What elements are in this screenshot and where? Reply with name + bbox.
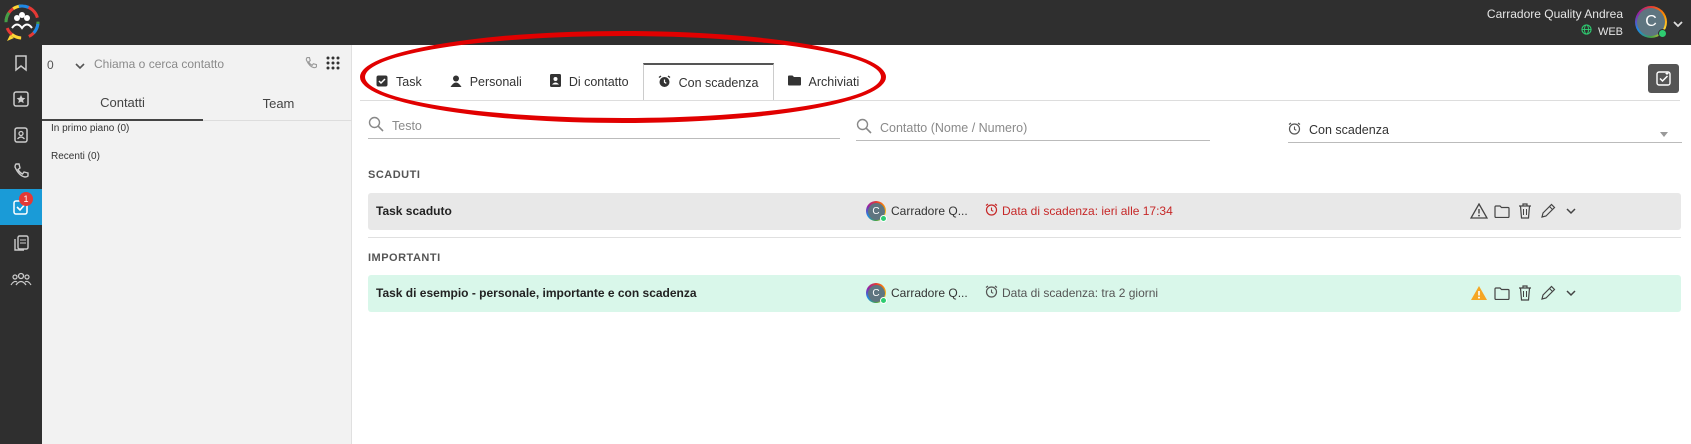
tabs-divider [360, 100, 1680, 101]
text-filter[interactable]: Testo [368, 113, 840, 139]
tasks-main: Task Personali Di contatto Con scadenza … [360, 31, 1691, 444]
contact-count: 0 [47, 58, 54, 72]
tab-personali-label: Personali [469, 75, 522, 89]
contact-card-icon [549, 74, 561, 90]
section-scaduti: SCADUTI [368, 169, 421, 181]
edit-icon[interactable] [1539, 202, 1557, 220]
contact-search-bar: 0 Chiama o cerca contatto [42, 45, 352, 85]
text-filter-placeholder: Testo [392, 118, 422, 133]
task-type-value: Con scadenza [1309, 122, 1389, 137]
tab-con-scadenza-label: Con scadenza [678, 75, 759, 90]
dialpad-icon[interactable] [326, 56, 340, 73]
tab-di-contatto[interactable]: Di contatto [536, 63, 643, 101]
tab-team[interactable]: Team [198, 85, 359, 121]
team-icon[interactable] [0, 261, 42, 297]
task-owner: Carradore Q... [891, 286, 968, 300]
tab-archiviati[interactable]: Archiviati [774, 63, 874, 101]
alarm-clock-icon [985, 285, 998, 301]
alarm-clock-icon [658, 74, 671, 91]
online-status-dot [1658, 29, 1667, 38]
search-icon [856, 118, 872, 137]
caret-down-icon [1660, 126, 1668, 140]
tasks-icon[interactable]: 1 [0, 189, 42, 225]
user-name: Carradore Quality Andrea [1486, 7, 1623, 21]
folder-icon[interactable] [1493, 202, 1511, 220]
owner-avatar: C [866, 283, 887, 304]
user-status-label: WEB [1597, 26, 1623, 38]
user-status: WEB [1487, 24, 1623, 40]
tab-personali[interactable]: Personali [436, 63, 536, 101]
tab-contatti[interactable]: Contatti [42, 85, 203, 121]
owner-avatar: C [866, 201, 887, 222]
important-warning-icon[interactable] [1470, 284, 1488, 302]
globe-icon [1581, 24, 1592, 40]
task-tabs: Task Personali Di contatto Con scadenza … [362, 63, 873, 101]
alarm-clock-icon [985, 203, 998, 219]
contacts-book-icon[interactable] [0, 117, 42, 153]
contacts-tabs: Contatti Team [42, 85, 352, 121]
tab-archiviati-label: Archiviati [808, 75, 860, 89]
phone-icon[interactable] [0, 153, 42, 189]
online-status-dot [880, 297, 887, 304]
chevron-down-icon[interactable] [75, 58, 85, 73]
tasks-badge: 1 [19, 192, 33, 206]
call-icon[interactable] [304, 56, 318, 73]
bookmark-icon[interactable] [0, 45, 42, 81]
alarm-clock-icon [1288, 122, 1301, 138]
task-due: Data di scadenza: ieri alle 17:34 [985, 203, 1173, 219]
chevron-down-icon[interactable] [1562, 284, 1580, 302]
folder-icon[interactable] [1493, 284, 1511, 302]
task-title[interactable]: Task scaduto [376, 204, 452, 218]
section-divider [368, 237, 1681, 238]
task-due-label: Data di scadenza: ieri alle 17:34 [1002, 204, 1173, 218]
warning-icon[interactable] [1470, 202, 1488, 220]
chevron-down-icon[interactable] [1673, 16, 1683, 31]
search-icon [368, 116, 384, 135]
tab-task[interactable]: Task [362, 63, 436, 101]
online-status-dot [880, 215, 887, 222]
trash-icon[interactable] [1516, 202, 1534, 220]
tab-task-label: Task [396, 75, 422, 89]
contact-filter-placeholder: Contatto (Nome / Numero) [880, 120, 1028, 135]
edit-icon[interactable] [1539, 284, 1557, 302]
group-in-primo-piano[interactable]: In primo piano (0) [51, 123, 129, 134]
trash-icon[interactable] [1516, 284, 1534, 302]
chevron-down-icon[interactable] [1562, 202, 1580, 220]
person-icon [450, 75, 462, 90]
favorites-icon[interactable] [0, 81, 42, 117]
checkbox-icon [376, 75, 388, 90]
contact-search-input[interactable]: Chiama o cerca contatto [94, 57, 224, 71]
task-title[interactable]: Task di esempio - personale, importante … [376, 286, 697, 300]
folder-icon [787, 75, 801, 89]
group-recenti[interactable]: Recenti (0) [51, 151, 100, 162]
app-logo-icon[interactable] [2, 2, 42, 44]
documents-icon[interactable] [0, 225, 42, 261]
user-avatar[interactable]: C [1635, 6, 1667, 38]
user-info[interactable]: Carradore Quality Andrea WEB [1487, 6, 1623, 40]
task-due-label: Data di scadenza: tra 2 giorni [1002, 286, 1159, 300]
section-importanti: IMPORTANTI [368, 252, 441, 264]
new-task-button[interactable] [1648, 64, 1679, 93]
task-owner: Carradore Q... [891, 204, 968, 218]
left-nav-rail: 1 [0, 45, 42, 444]
tab-con-scadenza[interactable]: Con scadenza [642, 63, 774, 101]
contacts-panel: 0 Chiama o cerca contatto Contatti Team … [42, 45, 352, 444]
task-row[interactable]: Task di esempio - personale, importante … [368, 275, 1681, 312]
tab-di-contatto-label: Di contatto [568, 75, 629, 89]
contact-filter[interactable]: Contatto (Nome / Numero) [856, 115, 1210, 141]
top-bar: Carradore Quality Andrea WEB C [0, 0, 1691, 45]
task-type-select[interactable]: Con scadenza [1288, 117, 1682, 143]
task-row[interactable]: Task scaduto C Carradore Q... Data di sc… [368, 193, 1681, 230]
task-actions [1470, 284, 1580, 302]
task-due: Data di scadenza: tra 2 giorni [985, 285, 1158, 301]
task-actions [1470, 202, 1580, 220]
